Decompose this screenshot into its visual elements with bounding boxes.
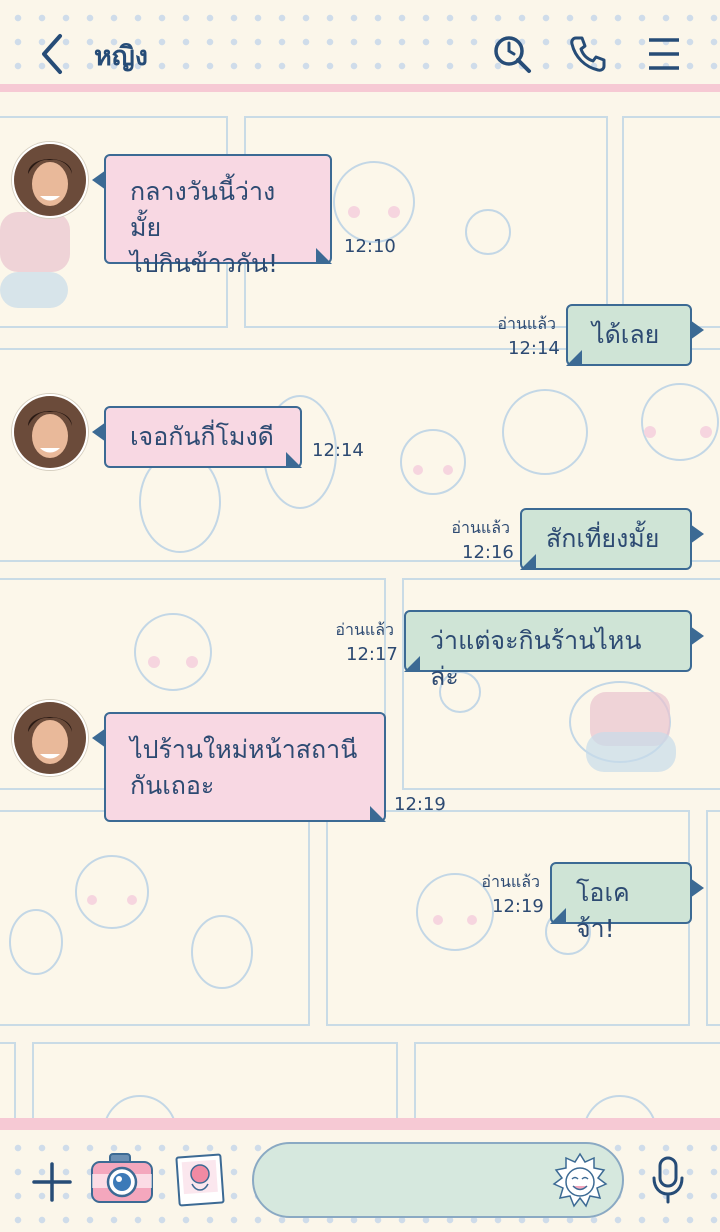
back-icon: [42, 34, 62, 74]
footer-stripe: [0, 1118, 720, 1130]
message-time: 12:14: [312, 440, 364, 461]
message-bubble-incoming[interactable]: เจอกันกี่โมงดี: [92, 406, 302, 468]
message-bubble-outgoing[interactable]: สักเที่ยงมั้ย: [520, 508, 704, 570]
sticker-icon: [552, 1152, 608, 1208]
header-stripe: [0, 84, 720, 92]
contact-avatar[interactable]: [12, 700, 88, 776]
read-receipt: อ่านแล้ว: [481, 872, 540, 891]
menu-icon: [649, 38, 679, 70]
avatar-photo: [14, 144, 86, 216]
read-receipt: อ่านแล้ว: [335, 620, 394, 639]
back-button[interactable]: [36, 32, 68, 76]
message-bubble-incoming[interactable]: กลางวันนี้ว่างมั้ย ไปกินข้าวกัน!: [92, 154, 332, 278]
read-receipt: อ่านแล้ว: [451, 518, 510, 537]
camera-icon: [91, 1153, 153, 1203]
contact-avatar[interactable]: [12, 394, 88, 470]
menu-button[interactable]: [646, 34, 686, 74]
message-text: ว่าแต่จะกินร้านไหนล่ะ: [430, 626, 642, 691]
message-bubble-incoming[interactable]: ไปร้านใหม่หน้าสถานี กันเถอะ: [92, 712, 386, 822]
message-text: ไปกินข้าวกัน!: [130, 249, 279, 278]
chat-title: หญิง: [94, 41, 148, 72]
message-time: 12:19: [394, 794, 446, 815]
message-text: ไปร้านใหม่หน้าสถานี: [130, 735, 358, 764]
read-receipt: อ่านแล้ว: [497, 314, 556, 333]
message-time: 12:19: [492, 896, 544, 917]
voice-button[interactable]: [650, 1156, 686, 1204]
plus-icon: [32, 1162, 72, 1202]
message-text: กลางวันนี้ว่างมั้ย: [130, 177, 276, 242]
message-text: ได้เลย: [592, 320, 660, 349]
call-button[interactable]: [568, 34, 608, 74]
message-text: กันเถอะ: [130, 771, 215, 800]
microphone-icon: [652, 1156, 684, 1204]
message-time: 12:16: [462, 542, 514, 563]
contact-avatar[interactable]: [12, 142, 88, 218]
message-bubble-outgoing[interactable]: ได้เลย: [566, 304, 704, 366]
message-time: 12:17: [346, 644, 398, 665]
phone-icon: [570, 36, 606, 72]
sticker-button[interactable]: [552, 1152, 608, 1208]
message-bubble-outgoing[interactable]: โอเคจ้า!: [550, 862, 704, 943]
message-text: เจอกันกี่โมงดี: [130, 422, 274, 451]
photo-icon: [175, 1153, 225, 1207]
message-text: สักเที่ยงมั้ย: [546, 524, 660, 553]
photo-button[interactable]: [174, 1152, 228, 1208]
message-time: 12:14: [508, 338, 560, 359]
search-history-icon: [494, 36, 531, 73]
message-time: 12:10: [344, 236, 396, 257]
camera-button[interactable]: [90, 1150, 154, 1206]
message-bubble-outgoing[interactable]: ว่าแต่จะกินร้านไหนล่ะ: [404, 610, 704, 691]
avatar-photo: [14, 702, 86, 774]
message-text: โอเคจ้า!: [576, 878, 630, 943]
avatar-photo: [14, 396, 86, 468]
add-attachment-button[interactable]: [30, 1160, 74, 1204]
search-history-button[interactable]: [492, 34, 532, 74]
